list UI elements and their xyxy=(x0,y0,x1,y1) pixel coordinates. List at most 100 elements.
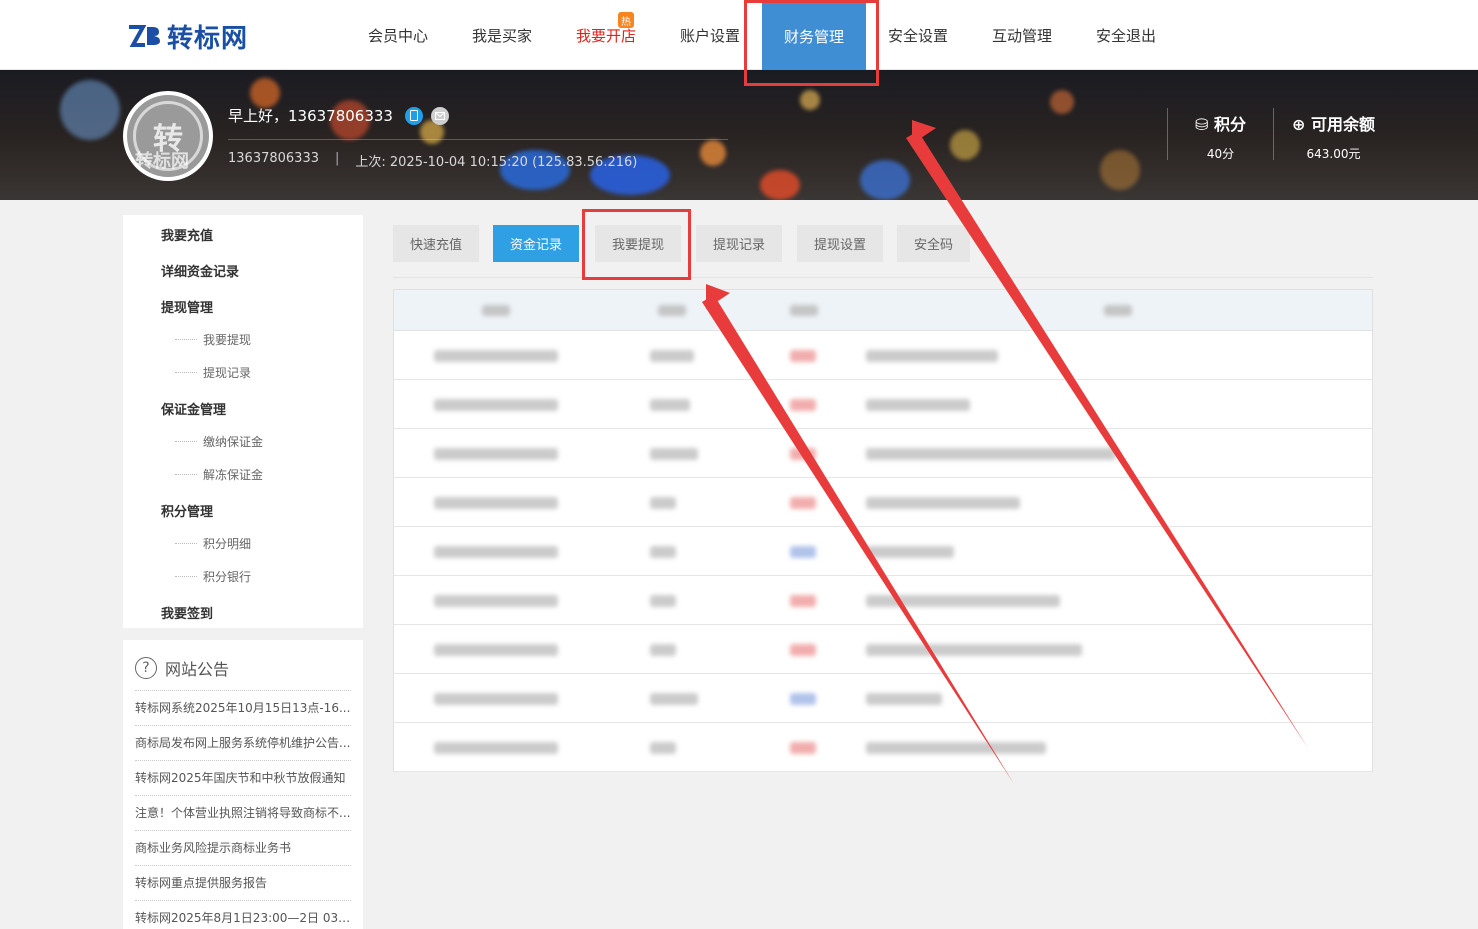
sidebar-item-fund-records[interactable]: 详细资金记录 xyxy=(161,261,239,280)
user-avatar[interactable]: 转 转标网 xyxy=(123,91,213,181)
tab-fund-records[interactable]: 资金记录 xyxy=(493,225,579,262)
tree-line xyxy=(175,441,197,442)
bokeh-light xyxy=(700,140,726,166)
sidebar-item-withdraw-mgmt[interactable]: 提现管理 xyxy=(161,297,213,316)
notice-item[interactable]: 转标网系统2025年10月15日13点-16... xyxy=(135,690,351,725)
tab-withdraw[interactable]: 我要提现 xyxy=(595,225,681,262)
nav-member-center[interactable]: 会员中心 xyxy=(346,0,450,70)
nav-label: 账户设置 xyxy=(679,26,740,45)
table-row xyxy=(394,576,1372,625)
notice-list: 转标网系统2025年10月15日13点-16... 商标局发布网上服务系统停机维… xyxy=(135,690,351,929)
table-row xyxy=(394,625,1372,674)
table-cell-blurred xyxy=(434,693,558,705)
sidebar-item-points-mgmt[interactable]: 积分管理 xyxy=(161,501,213,520)
notice-item[interactable]: 转标网重点提供服务报告 xyxy=(135,865,351,900)
sidebar-item-deposit-mgmt[interactable]: 保证金管理 xyxy=(161,399,226,418)
bokeh-light xyxy=(1050,90,1074,114)
site-logo[interactable]: 转标网 xyxy=(127,18,248,54)
sidebar-item-points-detail[interactable]: 积分明细 xyxy=(203,535,251,552)
nav-label: 我是买家 xyxy=(471,26,532,45)
fund-records-table xyxy=(393,289,1373,772)
table-cell-blurred xyxy=(434,399,558,411)
nav-label: 会员中心 xyxy=(367,26,428,45)
table-cell-blurred xyxy=(650,350,694,362)
table-cell-blurred xyxy=(650,595,676,607)
table-cell-blurred xyxy=(650,448,698,460)
bokeh-light xyxy=(950,130,980,160)
bokeh-light xyxy=(800,90,820,110)
bokeh-light xyxy=(250,78,280,108)
nav-label: 互动管理 xyxy=(991,26,1052,45)
top-header: 转标网 会员中心 我是买家 我要开店热 账户设置 财务管理 安全设置 互动管理 … xyxy=(0,0,1478,70)
header-cell-blurred xyxy=(1104,305,1132,316)
sidebar-item-withdraw[interactable]: 我要提现 xyxy=(203,331,251,348)
tree-line xyxy=(175,576,197,577)
table-cell-blurred xyxy=(434,350,558,362)
tab-security-code[interactable]: 安全码 xyxy=(897,225,970,262)
header-cell-blurred xyxy=(790,305,818,316)
table-cell-blurred xyxy=(790,399,816,411)
sidebar-item-unfreeze-deposit[interactable]: 解冻保证金 xyxy=(203,466,263,483)
notice-item[interactable]: 转标网2025年国庆节和中秋节放假通知 xyxy=(135,760,351,795)
sidebar-item-recharge[interactable]: 我要充值 xyxy=(161,225,213,244)
sidebar-item-pay-deposit[interactable]: 缴纳保证金 xyxy=(203,433,263,450)
sidebar-menu: 我要充值 详细资金记录 提现管理 我要提现 提现记录 保证金管理 缴纳保证金 解… xyxy=(123,215,363,628)
notice-item[interactable]: 注意！个体营业执照注销将导致商标不... xyxy=(135,795,351,830)
hot-badge: 热 xyxy=(618,12,634,28)
table-cell-blurred xyxy=(790,693,816,705)
tree-line xyxy=(175,339,197,340)
table-cell-blurred xyxy=(650,399,690,411)
table-cell-blurred xyxy=(434,448,558,460)
notice-item[interactable]: 商标业务风险提示商标业务书 xyxy=(135,830,351,865)
avatar-watermark: 转标网 xyxy=(135,151,189,172)
sidebar-item-checkin[interactable]: 我要签到 xyxy=(161,603,213,622)
bokeh-light xyxy=(860,160,910,200)
sidebar-item-points-bank[interactable]: 积分银行 xyxy=(203,568,251,585)
table-cell-blurred xyxy=(650,742,676,754)
header-cell-blurred xyxy=(482,305,510,316)
table-header xyxy=(394,290,1372,331)
table-row xyxy=(394,478,1372,527)
tab-withdraw-records[interactable]: 提现记录 xyxy=(696,225,782,262)
points-label: ⛁ 积分 xyxy=(1168,111,1273,135)
site-notice-panel: ? 网站公告 转标网系统2025年10月15日13点-16... 商标局发布网上… xyxy=(123,640,363,929)
mail-icon[interactable] xyxy=(430,106,449,125)
table-cell-blurred xyxy=(650,644,676,656)
balance-icon: ⊕ xyxy=(1292,115,1311,134)
nav-buyer[interactable]: 我是买家 xyxy=(450,0,554,70)
nav-interaction[interactable]: 互动管理 xyxy=(970,0,1074,70)
login-meta: 13637806333 | 上次: 2025-10-04 10:15:20 (1… xyxy=(228,151,637,170)
nav-label: 财务管理 xyxy=(783,28,844,46)
points-stat[interactable]: ⛁ 积分 40分 xyxy=(1167,108,1273,161)
tree-line xyxy=(175,543,197,544)
balance-stat[interactable]: ⊕ 可用余额 643.00元 xyxy=(1273,108,1393,161)
tab-withdraw-settings[interactable]: 提现设置 xyxy=(797,225,883,262)
table-cell-blurred xyxy=(866,595,1060,607)
balance-label-text: 可用余额 xyxy=(1310,115,1375,134)
table-cell-blurred xyxy=(866,742,1046,754)
table-row xyxy=(394,527,1372,576)
notice-item[interactable]: 转标网2025年8月1日23:00—2日 03:0... xyxy=(135,900,351,929)
notice-item[interactable]: 商标局发布网上服务系统停机维护公告... xyxy=(135,725,351,760)
table-cell-blurred xyxy=(434,742,558,754)
table-cell-blurred xyxy=(866,546,954,558)
header-cell-blurred xyxy=(658,305,686,316)
nav-account-settings[interactable]: 账户设置 xyxy=(658,0,762,70)
tab-quick-recharge[interactable]: 快速充值 xyxy=(393,225,479,262)
question-icon: ? xyxy=(135,657,157,679)
bokeh-light xyxy=(760,170,800,200)
nav-label: 安全退出 xyxy=(1095,26,1156,45)
bokeh-light xyxy=(1100,150,1140,190)
nav-logout[interactable]: 安全退出 xyxy=(1074,0,1178,70)
nav-security[interactable]: 安全设置 xyxy=(866,0,970,70)
table-cell-blurred xyxy=(866,497,1020,509)
sidebar-item-withdraw-records[interactable]: 提现记录 xyxy=(203,364,251,381)
nav-open-shop[interactable]: 我要开店热 xyxy=(554,0,658,70)
table-cell-blurred xyxy=(434,546,558,558)
table-row xyxy=(394,380,1372,429)
table-cell-blurred xyxy=(434,497,558,509)
phone-verified-icon[interactable] xyxy=(404,106,423,125)
username: 13637806333 xyxy=(228,151,319,166)
finance-tabs: 快速充值 资金记录 我要提现 提现记录 提现设置 安全码 xyxy=(393,225,984,262)
nav-finance[interactable]: 财务管理 xyxy=(762,3,866,70)
